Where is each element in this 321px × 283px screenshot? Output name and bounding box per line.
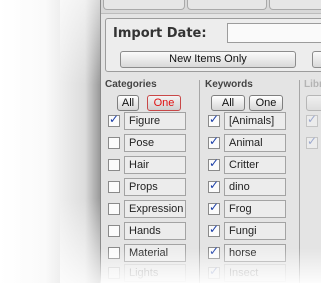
import-date-field[interactable] bbox=[227, 23, 321, 43]
panel-top-strip bbox=[101, 0, 321, 14]
list-item[interactable]: ✓ [Animals] bbox=[208, 112, 298, 130]
list-item[interactable]: ✓ Figure bbox=[108, 112, 198, 130]
checkbox[interactable]: ✓ bbox=[306, 134, 318, 149]
checkmark-icon: ✓ bbox=[209, 134, 220, 148]
list-item-label: Hands bbox=[124, 222, 186, 240]
top-tab-left[interactable] bbox=[103, 0, 185, 10]
checkbox[interactable] bbox=[108, 267, 120, 279]
list-item[interactable]: Hands bbox=[108, 222, 198, 240]
column-divider bbox=[199, 80, 200, 283]
new-items-only-button[interactable]: New Items Only bbox=[120, 51, 296, 68]
checkbox[interactable]: ✓ bbox=[306, 112, 318, 127]
checkbox[interactable]: ✓ bbox=[208, 178, 220, 193]
checkmark-icon: ✓ bbox=[209, 244, 220, 258]
keywords-header: Keywords bbox=[205, 79, 253, 90]
checkbox[interactable] bbox=[108, 247, 120, 259]
list-item[interactable]: Hair bbox=[108, 156, 198, 174]
checkbox[interactable]: ✓ bbox=[208, 200, 220, 215]
list-item[interactable]: Lights bbox=[108, 264, 198, 282]
checkmark-icon: ✓ bbox=[209, 222, 220, 236]
categories-one-button[interactable]: One bbox=[147, 95, 181, 111]
checkmark-icon: ✓ bbox=[209, 200, 220, 214]
list-item-label: [Animals] bbox=[224, 112, 286, 130]
list-item[interactable]: ✓ Critter bbox=[208, 156, 298, 174]
libraries-header: Libr bbox=[304, 79, 321, 90]
checkmark-icon: ✓ bbox=[209, 264, 220, 278]
list-item-label: Pose bbox=[124, 134, 186, 152]
libraries-all-button[interactable] bbox=[306, 95, 321, 111]
list-item-label: dino bbox=[224, 178, 286, 196]
categories-all-button[interactable]: All bbox=[117, 95, 139, 111]
checkbox[interactable] bbox=[108, 225, 120, 237]
list-item-label: Props bbox=[124, 178, 186, 196]
checkbox[interactable] bbox=[108, 181, 120, 193]
list-item[interactable]: Material bbox=[108, 244, 198, 262]
keywords-one-button[interactable]: One bbox=[249, 95, 283, 111]
checkbox[interactable]: ✓ bbox=[208, 222, 220, 237]
list-item-label: Figure bbox=[124, 112, 186, 130]
list-item[interactable]: ✓ horse bbox=[208, 244, 298, 262]
list-item[interactable]: ✓ Animal bbox=[208, 134, 298, 152]
import-date-box: Import Date: New Items Only bbox=[105, 18, 321, 72]
checkbox[interactable]: ✓ bbox=[208, 244, 220, 259]
list-item-label: Animal bbox=[224, 134, 286, 152]
list-item-label: Material bbox=[124, 244, 186, 262]
top-tab-middle[interactable] bbox=[187, 0, 267, 10]
list-item[interactable]: ✓ bbox=[306, 134, 321, 152]
checkbox[interactable] bbox=[108, 203, 120, 215]
import-extra-button[interactable] bbox=[312, 51, 321, 68]
list-item-label: Lights bbox=[124, 264, 186, 282]
import-date-label: Import Date: bbox=[113, 26, 207, 41]
list-item-label: Insect bbox=[224, 264, 286, 282]
list-item-label: Hair bbox=[124, 156, 186, 174]
list-item[interactable]: ✓ dino bbox=[208, 178, 298, 196]
checkmark-icon: ✓ bbox=[307, 134, 318, 148]
column-divider bbox=[299, 80, 300, 283]
list-item[interactable]: Props bbox=[108, 178, 198, 196]
list-item-label: Frog bbox=[224, 200, 286, 218]
list-item[interactable]: ✓ bbox=[306, 112, 321, 130]
list-item[interactable]: ✓ Insect bbox=[208, 264, 298, 282]
categories-header: Categories bbox=[105, 79, 157, 90]
checkmark-icon: ✓ bbox=[209, 112, 220, 126]
checkbox[interactable]: ✓ bbox=[108, 112, 120, 127]
window-shadow-highlight bbox=[60, 0, 100, 283]
list-item-label: Expression bbox=[124, 200, 186, 218]
top-tab-right[interactable] bbox=[269, 0, 321, 10]
filter-panel: Import Date: New Items Only Categories K… bbox=[100, 0, 321, 283]
checkbox[interactable]: ✓ bbox=[208, 264, 220, 279]
checkbox[interactable]: ✓ bbox=[208, 156, 220, 171]
list-item-label: Critter bbox=[224, 156, 286, 174]
list-item[interactable]: Pose bbox=[108, 134, 198, 152]
list-item[interactable]: Expression bbox=[108, 200, 198, 218]
checkmark-icon: ✓ bbox=[209, 156, 220, 170]
checkbox[interactable]: ✓ bbox=[208, 112, 220, 127]
keywords-all-button[interactable]: All bbox=[211, 95, 245, 111]
list-item[interactable]: ✓ Frog bbox=[208, 200, 298, 218]
list-item[interactable]: ✓ Fungi bbox=[208, 222, 298, 240]
checkmark-icon: ✓ bbox=[307, 112, 318, 126]
checkbox[interactable] bbox=[108, 137, 120, 149]
checkbox[interactable] bbox=[108, 159, 120, 171]
list-item-label: Fungi bbox=[224, 222, 286, 240]
checkbox[interactable]: ✓ bbox=[208, 134, 220, 149]
checkmark-icon: ✓ bbox=[109, 112, 120, 126]
list-item-label: horse bbox=[224, 244, 286, 262]
checkmark-icon: ✓ bbox=[209, 178, 220, 192]
